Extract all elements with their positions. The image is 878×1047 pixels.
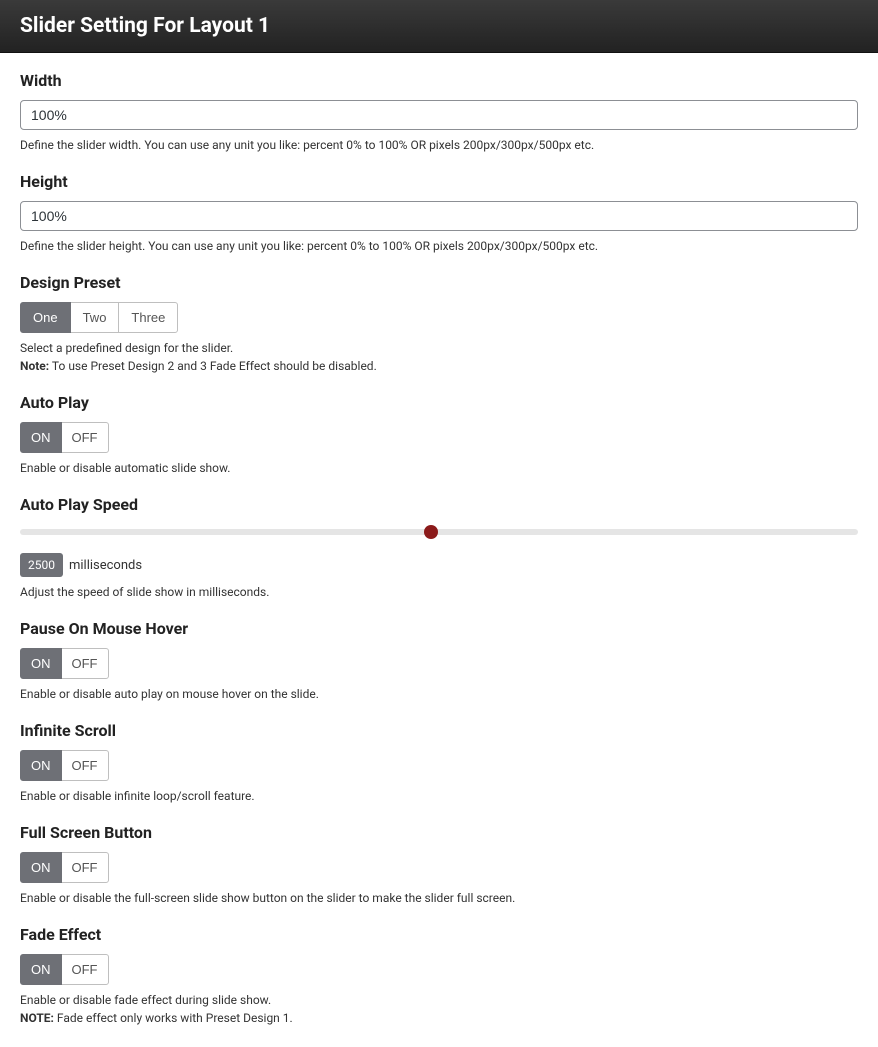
preset-two-button[interactable]: Two (70, 302, 120, 333)
pause-hover-helper: Enable or disable auto play on mouse hov… (20, 685, 858, 703)
pause-hover-on-button[interactable]: ON (20, 648, 62, 679)
pause-hover-label: Pause On Mouse Hover (20, 619, 858, 638)
height-input[interactable] (20, 201, 858, 231)
fade-effect-on-button[interactable]: ON (20, 954, 62, 985)
design-preset-helper-text: Select a predefined design for the slide… (20, 341, 233, 355)
fullscreen-label: Full Screen Button (20, 823, 858, 842)
fullscreen-toggle: ON OFF (20, 852, 109, 883)
fade-effect-toggle: ON OFF (20, 954, 109, 985)
fade-effect-field: Fade Effect ON OFF Enable or disable fad… (20, 907, 858, 1027)
infinite-scroll-field: Infinite Scroll ON OFF Enable or disable… (20, 703, 858, 805)
design-preset-label: Design Preset (20, 273, 858, 292)
auto-play-off-button[interactable]: OFF (61, 422, 109, 453)
width-input[interactable] (20, 100, 858, 130)
auto-play-speed-slider[interactable] (20, 529, 858, 535)
height-field: Height Define the slider height. You can… (20, 154, 858, 255)
pause-hover-off-button[interactable]: OFF (61, 648, 109, 679)
auto-play-label: Auto Play (20, 393, 858, 412)
auto-play-on-button[interactable]: ON (20, 422, 62, 453)
height-helper: Define the slider height. You can use an… (20, 237, 858, 255)
design-preset-note-text: To use Preset Design 2 and 3 Fade Effect… (49, 359, 377, 373)
fade-effect-off-button[interactable]: OFF (61, 954, 109, 985)
auto-play-speed-label: Auto Play Speed (20, 495, 858, 514)
width-label: Width (20, 71, 858, 90)
design-preset-helper: Select a predefined design for the slide… (20, 339, 858, 375)
fade-effect-note-label: NOTE: (20, 1011, 54, 1025)
settings-content: Width Define the slider width. You can u… (0, 53, 878, 1047)
design-preset-field: Design Preset One Two Three Select a pre… (20, 255, 858, 375)
preset-one-button[interactable]: One (20, 302, 71, 333)
width-helper: Define the slider width. You can use any… (20, 136, 858, 154)
design-preset-group: One Two Three (20, 302, 178, 333)
infinite-scroll-helper: Enable or disable infinite loop/scroll f… (20, 787, 858, 805)
auto-play-field: Auto Play ON OFF Enable or disable autom… (20, 375, 858, 477)
infinite-scroll-off-button[interactable]: OFF (61, 750, 109, 781)
infinite-scroll-label: Infinite Scroll (20, 721, 858, 740)
infinite-scroll-toggle: ON OFF (20, 750, 109, 781)
auto-play-speed-unit: milliseconds (69, 558, 142, 573)
pause-hover-toggle: ON OFF (20, 648, 109, 679)
design-preset-note-label: Note: (20, 359, 49, 373)
fullscreen-field: Full Screen Button ON OFF Enable or disa… (20, 805, 858, 907)
fullscreen-on-button[interactable]: ON (20, 852, 62, 883)
width-field: Width Define the slider width. You can u… (20, 53, 858, 154)
pause-hover-field: Pause On Mouse Hover ON OFF Enable or di… (20, 601, 858, 703)
page-title: Slider Setting For Layout 1 (20, 14, 858, 38)
auto-play-helper: Enable or disable automatic slide show. (20, 459, 858, 477)
height-label: Height (20, 172, 858, 191)
auto-play-speed-value-row: 2500 milliseconds (20, 553, 858, 577)
fullscreen-off-button[interactable]: OFF (61, 852, 109, 883)
fade-effect-helper-text: Enable or disable fade effect during sli… (20, 993, 271, 1007)
auto-play-speed-helper: Adjust the speed of slide show in millis… (20, 583, 858, 601)
fade-effect-note-text: Fade effect only works with Preset Desig… (54, 1011, 293, 1025)
infinite-scroll-on-button[interactable]: ON (20, 750, 62, 781)
auto-play-speed-field: Auto Play Speed 2500 milliseconds Adjust … (20, 477, 858, 601)
fade-effect-helper: Enable or disable fade effect during sli… (20, 991, 858, 1027)
page-header: Slider Setting For Layout 1 (0, 0, 878, 53)
auto-play-speed-thumb[interactable] (424, 525, 438, 539)
auto-play-toggle: ON OFF (20, 422, 109, 453)
fade-effect-label: Fade Effect (20, 925, 858, 944)
fullscreen-helper: Enable or disable the full-screen slide … (20, 889, 858, 907)
preset-three-button[interactable]: Three (118, 302, 178, 333)
auto-play-speed-value: 2500 (20, 553, 63, 577)
